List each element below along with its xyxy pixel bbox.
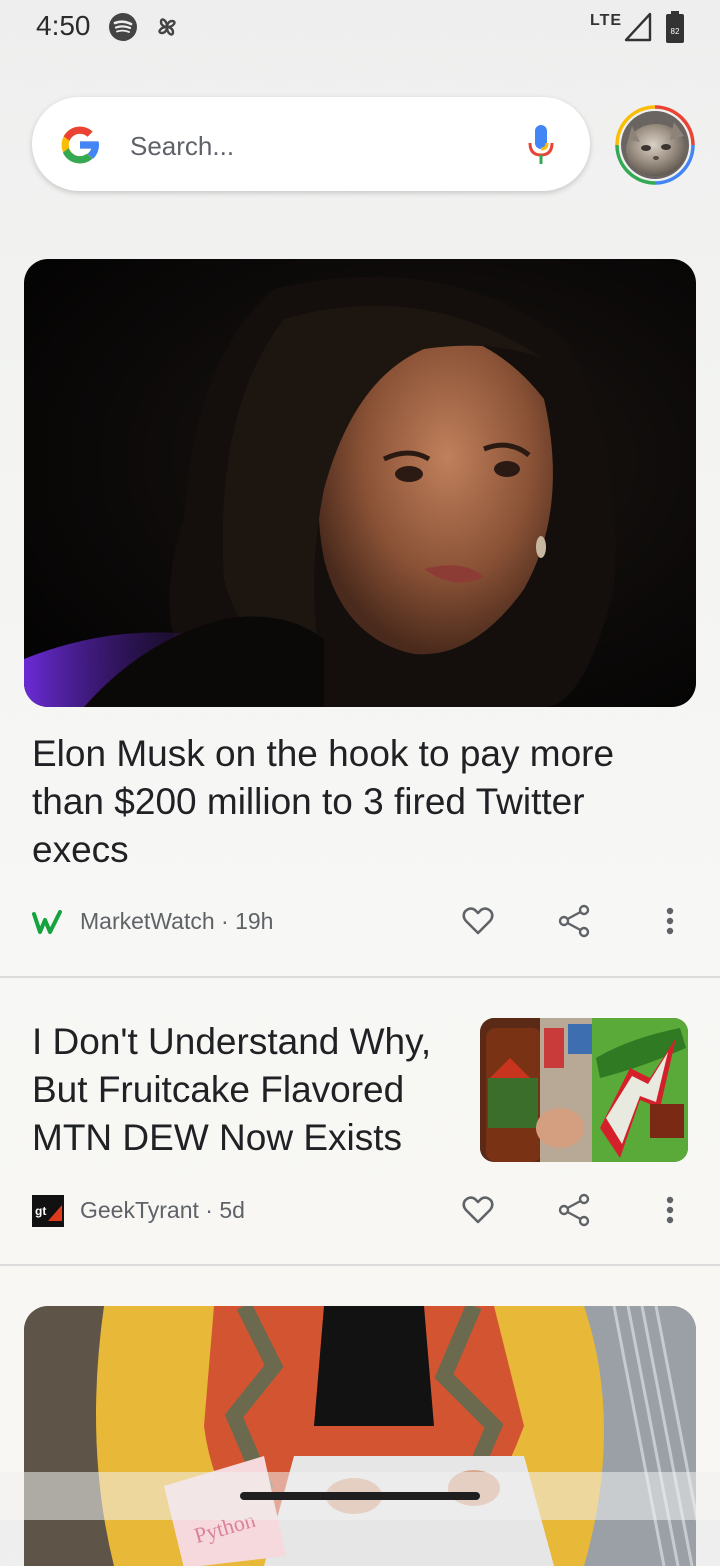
- article-image[interactable]: Python: [24, 1306, 696, 1566]
- marketwatch-logo: [32, 910, 62, 934]
- share-icon: [558, 904, 590, 938]
- article-source: GeekTyrant: [80, 1197, 199, 1223]
- battery-icon: 82: [666, 11, 684, 43]
- article-headline[interactable]: Elon Musk on the hook to pay more than $…: [32, 730, 682, 874]
- search-bar[interactable]: [32, 97, 590, 191]
- google-logo: [61, 126, 100, 164]
- network-label: LTE: [590, 12, 623, 29]
- article-thumbnail[interactable]: [480, 1018, 688, 1162]
- mic-icon[interactable]: [526, 123, 556, 167]
- spotify-icon: [109, 13, 137, 41]
- article-image[interactable]: [24, 259, 696, 707]
- like-button[interactable]: [456, 899, 500, 943]
- search-input[interactable]: [128, 125, 512, 167]
- article-headline[interactable]: I Don't Understand Why, But Fruitcake Fl…: [32, 1018, 452, 1162]
- home-gesture-handle[interactable]: [240, 1492, 480, 1500]
- article-age: 5d: [219, 1197, 245, 1223]
- signal-icon: [624, 12, 652, 42]
- article-actions: [456, 1188, 696, 1232]
- share-button[interactable]: [552, 1188, 596, 1232]
- battery-level: 82: [671, 27, 680, 36]
- like-button[interactable]: [456, 1188, 500, 1232]
- meta-separator: ·: [205, 1197, 213, 1223]
- article-source: MarketWatch: [80, 908, 215, 934]
- article-age: 19h: [235, 908, 274, 934]
- more-vert-icon: [666, 1196, 674, 1224]
- heart-icon: [462, 907, 494, 935]
- status-time: 4:50: [36, 10, 91, 41]
- share-icon: [558, 1193, 590, 1227]
- meta-separator: ·: [221, 908, 229, 934]
- pinwheel-icon: [158, 18, 176, 36]
- more-vert-icon: [666, 907, 674, 935]
- article-actions: [456, 899, 696, 943]
- geektyrant-logo: gt: [32, 1195, 64, 1227]
- card-divider: [0, 1264, 720, 1266]
- share-button[interactable]: [552, 899, 596, 943]
- heart-icon: [462, 1196, 494, 1224]
- avatar[interactable]: [614, 104, 696, 186]
- more-options-button[interactable]: [648, 899, 692, 943]
- card-divider: [0, 976, 720, 978]
- svg-text:gt: gt: [35, 1204, 46, 1218]
- more-options-button[interactable]: [648, 1188, 692, 1232]
- status-bar: 4:50 LTE 82: [0, 0, 720, 56]
